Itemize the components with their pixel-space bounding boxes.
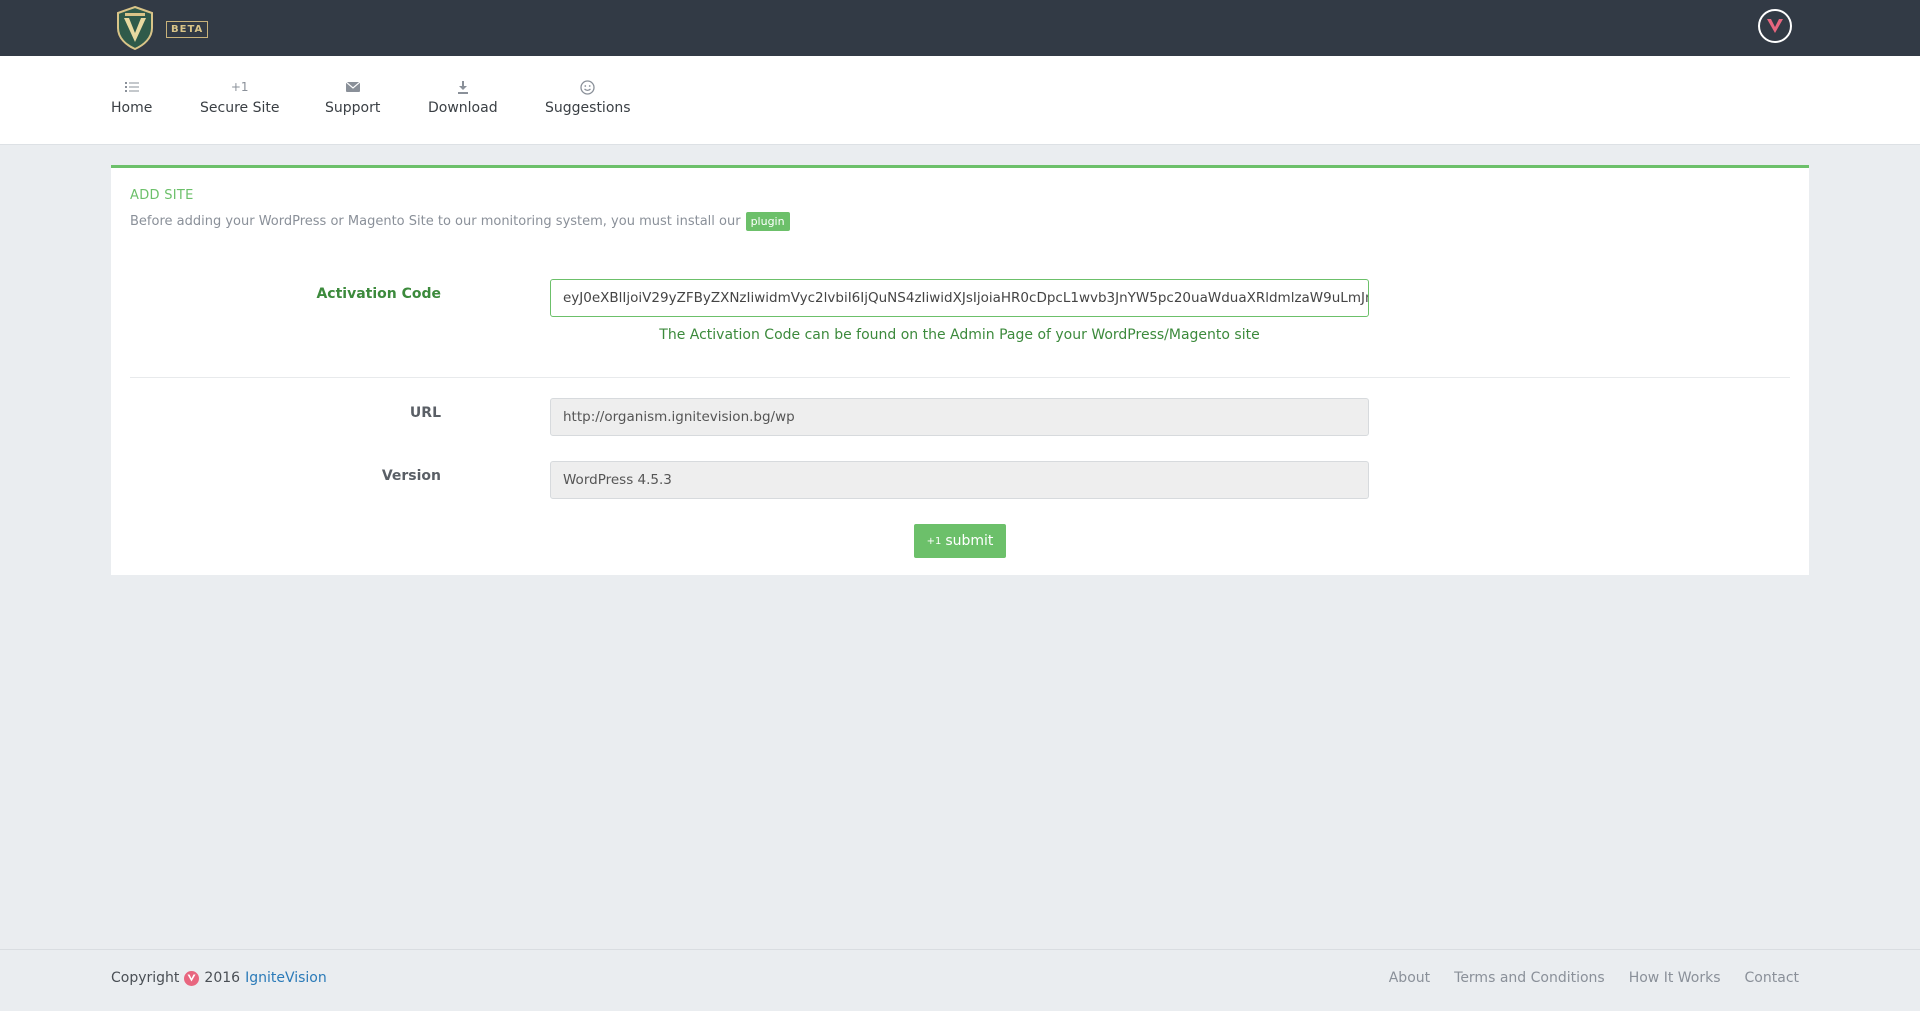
top-bar: BETA [0, 0, 1920, 56]
activation-code-input[interactable]: eyJ0eXBlIjoiV29yZFByZXNzIiwidmVyc2lvbiI6… [550, 279, 1369, 317]
footer-links: About Terms and Conditions How It Works … [1389, 970, 1799, 986]
nav-label: Suggestions [545, 100, 631, 116]
shield-logo-icon[interactable] [116, 5, 154, 51]
submit-label: submit [945, 533, 994, 549]
card-title: ADD SITE [130, 188, 194, 203]
plugin-link[interactable]: plugin [745, 212, 790, 231]
nav-label: Download [428, 100, 498, 116]
description-text: Before adding your WordPress or Magento … [130, 214, 741, 229]
nav-label: Support [325, 100, 381, 116]
nav-item-support[interactable]: Support [325, 78, 380, 116]
url-input[interactable]: http://organism.ignitevision.bg/wp [550, 398, 1369, 436]
copyright-prefix: Copyright [111, 970, 180, 986]
card-description: Before adding your WordPress or Magento … [130, 212, 790, 231]
envelope-icon [345, 78, 360, 96]
footer-link-terms[interactable]: Terms and Conditions [1454, 970, 1605, 986]
user-avatar[interactable] [1758, 9, 1792, 43]
nav-item-home[interactable]: Home [111, 78, 152, 116]
brand-link[interactable]: IgniteVision [245, 970, 327, 986]
url-label: URL [409, 405, 441, 421]
nav-item-download[interactable]: Download [428, 78, 498, 116]
plus-one-icon: +1 [230, 80, 249, 94]
list-icon [124, 78, 139, 96]
download-icon [457, 78, 469, 96]
nav-item-suggestions[interactable]: Suggestions [545, 78, 631, 116]
footer-link-how-it-works[interactable]: How It Works [1629, 970, 1721, 986]
footer-link-about[interactable]: About [1389, 970, 1430, 986]
copyright: Copyright 2016 IgniteVision [111, 970, 327, 986]
footer-link-contact[interactable]: Contact [1745, 970, 1799, 986]
copyright-year: 2016 [204, 970, 241, 986]
nav-bar: Home +1 Secure Site Support Download Sug… [0, 56, 1920, 145]
submit-button[interactable]: +1 submit [914, 524, 1006, 558]
add-site-card: ADD SITE Before adding your WordPress or… [111, 165, 1809, 575]
version-input[interactable]: WordPress 4.5.3 [550, 461, 1369, 499]
nav-label: Secure Site [200, 100, 280, 116]
nav-label: Home [111, 100, 153, 116]
v-logo-icon [1767, 19, 1783, 33]
plus-one-icon: +1 [926, 535, 942, 547]
v-logo-icon [184, 970, 200, 986]
activation-help-text: The Activation Code can be found on the … [659, 327, 1260, 343]
activation-code-label: Activation Code [316, 286, 441, 302]
footer: Copyright 2016 IgniteVision About Terms … [0, 949, 1920, 1011]
version-label: Version [381, 468, 441, 484]
beta-badge: BETA [166, 21, 209, 38]
divider [130, 377, 1790, 378]
smiley-icon [580, 78, 595, 96]
nav-item-secure-site[interactable]: +1 Secure Site [200, 78, 279, 116]
